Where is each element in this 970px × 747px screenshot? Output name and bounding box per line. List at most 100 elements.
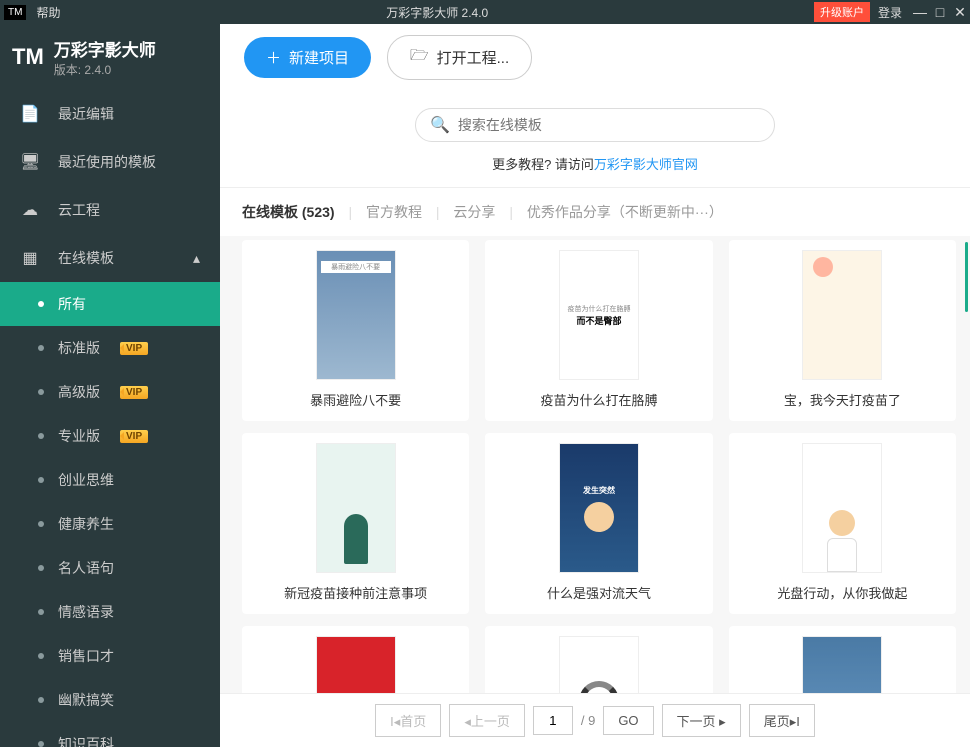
sidebar-category-2[interactable]: 高级版VIP xyxy=(0,370,220,414)
vip-badge: VIP xyxy=(120,430,148,443)
sidebar-category-3[interactable]: 专业版 VIP xyxy=(0,414,220,458)
template-grid: 暴雨避险八不要疫苗为什么打在胳膊而不是臀部疫苗为什么打在胳膊宝，我今天打疫苗了新… xyxy=(242,240,956,693)
search-box[interactable]: 🔍 xyxy=(415,108,775,142)
sidebar-category-8[interactable]: 销售口才 xyxy=(0,634,220,678)
next-page-button[interactable]: 下一页 ▸ xyxy=(662,704,741,737)
category-label: 专业版 xyxy=(58,426,100,446)
close-button[interactable]: ✕ xyxy=(950,4,970,21)
bullet-icon xyxy=(38,741,44,747)
bullet-icon xyxy=(38,653,44,659)
open-project-button[interactable]: 🗁 打开工程... xyxy=(387,35,532,80)
sidebar-item-label: 最近编辑 xyxy=(58,104,114,124)
template-card[interactable]: 光盘行动，从你我做起 xyxy=(729,433,956,614)
bullet-icon xyxy=(38,389,44,395)
template-thumbnail: 疫苗为什么打在胳膊而不是臀部 xyxy=(559,250,639,380)
main-content: 🔍 更多教程? 请访问万彩字影大师官网 在线模板 (523) | 官方教程 | … xyxy=(220,90,970,747)
new-project-button[interactable]: ＋ 新建项目 xyxy=(244,37,371,78)
bullet-icon xyxy=(38,565,44,571)
search-icon: 🔍 xyxy=(430,115,450,135)
category-label: 名人语句 xyxy=(58,558,114,578)
bullet-icon xyxy=(38,609,44,615)
new-project-label: 新建项目 xyxy=(289,47,349,68)
sidebar-item-label: 在线模板 xyxy=(58,248,114,268)
tab-official-tutorial[interactable]: 官方教程 xyxy=(366,204,422,220)
last-page-button[interactable]: 尾页▸I xyxy=(749,704,815,737)
sidebar: 📄 最近编辑 🖥 最近使用的模板 ☁ 云工程 ▦ 在线模板 ▴ 所有标准版VIP… xyxy=(0,90,220,747)
first-page-button[interactable]: I◂首页 xyxy=(375,704,441,737)
tab-cloud-share[interactable]: 云分享 xyxy=(453,204,495,220)
open-project-label: 打开工程... xyxy=(437,47,510,68)
template-title: 疫苗为什么打在胳膊 xyxy=(485,390,712,409)
official-site-link[interactable]: 万彩字影大师官网 xyxy=(594,157,698,172)
template-thumbnail xyxy=(802,636,882,693)
app-version: 版本: 2.4.0 xyxy=(54,61,156,78)
maximize-button[interactable]: □ xyxy=(930,4,950,20)
sidebar-category-10[interactable]: 知识百科 xyxy=(0,722,220,747)
sidebar-item-label: 最近使用的模板 xyxy=(58,152,156,172)
template-title: 新冠疫苗接种前注意事项 xyxy=(242,583,469,602)
template-card[interactable]: 新冠疫苗接种前注意事项 xyxy=(242,433,469,614)
bullet-icon xyxy=(38,433,44,439)
category-label: 健康养生 xyxy=(58,514,114,534)
prev-page-button[interactable]: ◂上一页 xyxy=(449,704,525,737)
bullet-icon xyxy=(38,345,44,351)
login-button[interactable]: 登录 xyxy=(878,4,902,21)
scrollbar-thumb[interactable] xyxy=(965,242,968,312)
bullet-icon xyxy=(38,301,44,307)
app-badge: TM xyxy=(4,5,26,20)
app-name: 万彩字影大师 xyxy=(54,36,156,61)
go-page-button[interactable]: GO xyxy=(603,706,653,735)
sidebar-cloud-project[interactable]: ☁ 云工程 xyxy=(0,186,220,234)
template-thumbnail xyxy=(802,443,882,573)
category-label: 幽默搞笑 xyxy=(58,690,114,710)
template-card[interactable] xyxy=(485,626,712,693)
template-thumbnail xyxy=(316,636,396,693)
sidebar-online-templates[interactable]: ▦ 在线模板 ▴ xyxy=(0,234,220,282)
sidebar-category-4[interactable]: 创业思维 xyxy=(0,458,220,502)
template-thumbnail: 发生突然 xyxy=(559,443,639,573)
template-icon: ▦ xyxy=(20,248,40,268)
bullet-icon xyxy=(38,477,44,483)
template-card[interactable]: 暴雨避险八不要 xyxy=(242,240,469,421)
monitor-icon: 🖥 xyxy=(20,152,40,172)
tab-works-share[interactable]: 优秀作品分享（不断更新中···） xyxy=(527,204,723,220)
bullet-icon xyxy=(38,697,44,703)
sidebar-category-9[interactable]: 幽默搞笑 xyxy=(0,678,220,722)
sidebar-category-7[interactable]: 情感语录 xyxy=(0,590,220,634)
app-logo: TM xyxy=(12,44,44,70)
minimize-button[interactable]: — xyxy=(910,4,930,20)
help-menu[interactable]: 帮助 xyxy=(36,4,60,21)
sidebar-recent-edit[interactable]: 📄 最近编辑 xyxy=(0,90,220,138)
tab-online-templates[interactable]: 在线模板 (523) xyxy=(242,204,335,220)
page-input[interactable] xyxy=(533,706,573,735)
more-tutorial-text: 更多教程? 请访问万彩字影大师官网 xyxy=(220,154,970,173)
template-thumbnail xyxy=(802,250,882,380)
template-card[interactable]: 疫苗为什么打在胳膊而不是臀部疫苗为什么打在胳膊 xyxy=(485,240,712,421)
sidebar-category-1[interactable]: 标准版VIP xyxy=(0,326,220,370)
topbar: TM 万彩字影大师 版本: 2.4.0 ＋ 新建项目 🗁 打开工程... xyxy=(0,24,970,90)
template-card[interactable] xyxy=(729,626,956,693)
template-title: 什么是强对流天气 xyxy=(485,583,712,602)
sidebar-category-5[interactable]: 健康养生 xyxy=(0,502,220,546)
upgrade-button[interactable]: 升级账户 xyxy=(814,2,870,22)
template-title: 光盘行动，从你我做起 xyxy=(729,583,956,602)
template-title: 宝，我今天打疫苗了 xyxy=(729,390,956,409)
sidebar-category-0[interactable]: 所有 xyxy=(0,282,220,326)
category-label: 高级版 xyxy=(58,382,100,402)
template-card[interactable] xyxy=(242,626,469,693)
template-card[interactable]: 宝，我今天打疫苗了 xyxy=(729,240,956,421)
sidebar-item-label: 云工程 xyxy=(58,200,100,220)
titlebar: TM 帮助 万彩字影大师 2.4.0 升级账户 登录 — □ ✕ xyxy=(0,0,970,24)
chevron-up-icon: ▴ xyxy=(193,250,200,267)
template-thumbnail xyxy=(559,636,639,693)
document-icon: 📄 xyxy=(20,104,40,124)
category-label: 标准版 xyxy=(58,338,100,358)
category-label: 创业思维 xyxy=(58,470,114,490)
sidebar-category-6[interactable]: 名人语句 xyxy=(0,546,220,590)
bullet-icon xyxy=(38,521,44,527)
template-thumbnail xyxy=(316,250,396,380)
template-card[interactable]: 发生突然什么是强对流天气 xyxy=(485,433,712,614)
search-input[interactable] xyxy=(458,117,760,133)
template-tabs: 在线模板 (523) | 官方教程 | 云分享 | 优秀作品分享（不断更新中··… xyxy=(220,187,970,236)
sidebar-recent-templates[interactable]: 🖥 最近使用的模板 xyxy=(0,138,220,186)
